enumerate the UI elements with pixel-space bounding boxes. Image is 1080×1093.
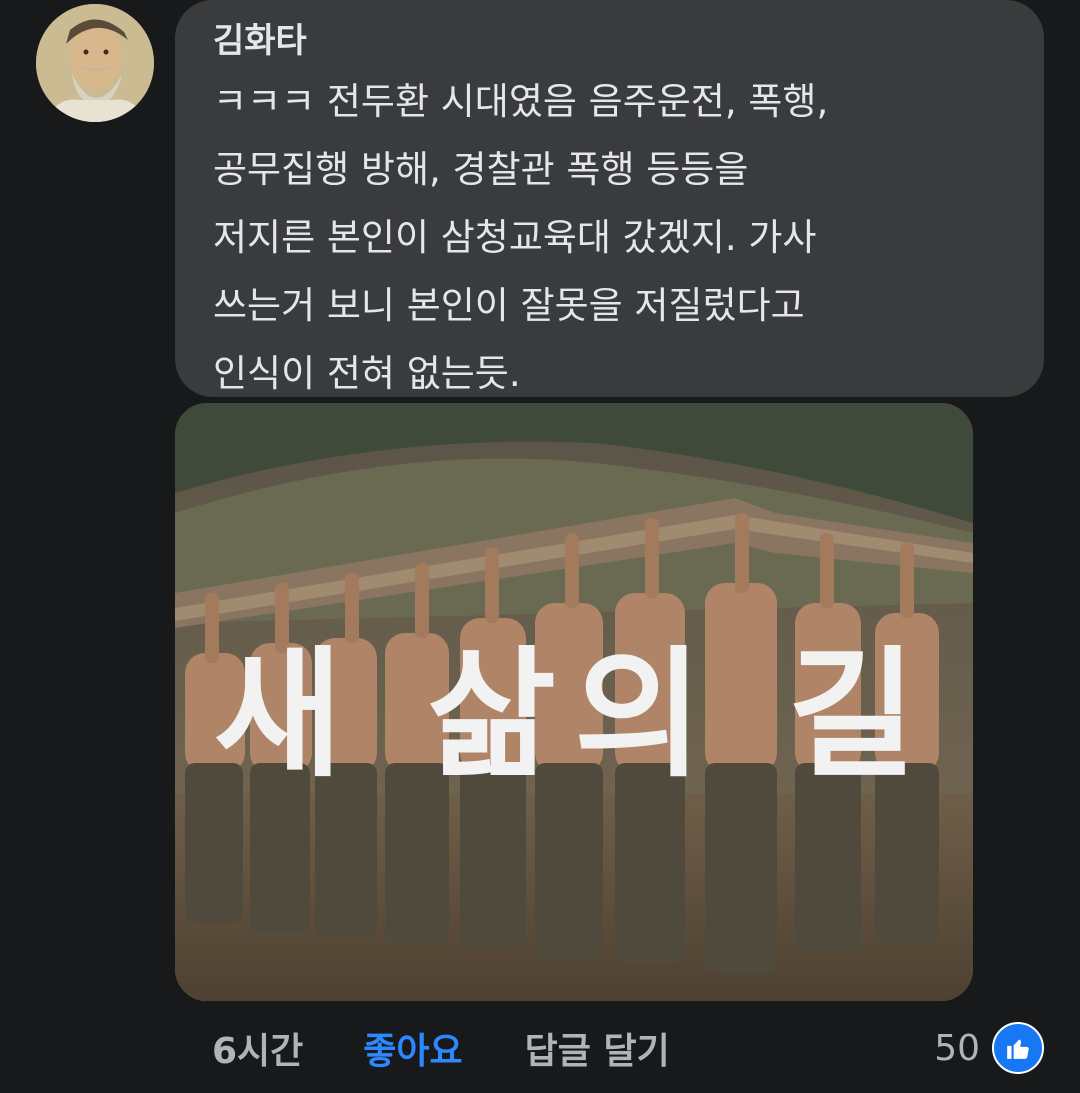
comment-text-line: 인식이 전혀 없는듯. <box>213 352 521 395</box>
comment-text-line: ㅋㅋㅋ 전두환 시대였음 음주운전, 폭행, <box>213 80 829 123</box>
comment-text-line: 저지른 본인이 삼청교육대 갔겠지. 가사 <box>213 216 817 259</box>
thumbs-up-icon <box>992 1022 1044 1074</box>
comment-text-line: 공무집행 방해, 경찰관 폭행 등등을 <box>213 148 749 191</box>
comment-actions: 6시간 좋아요 답글 달기 <box>212 1018 670 1078</box>
comment-timestamp[interactable]: 6시간 <box>212 1022 303 1074</box>
photo-scene: 새 삶의 길 <box>175 403 973 1001</box>
comment-photo[interactable]: 새 삶의 길 <box>175 403 973 1001</box>
reaction-count: 50 <box>934 1027 980 1069</box>
avatar[interactable] <box>36 4 154 122</box>
like-button[interactable]: 좋아요 <box>363 1022 462 1074</box>
reaction-summary[interactable]: 50 <box>934 1018 1044 1078</box>
comment-bubble: 김화타 ㅋㅋㅋ 전두환 시대였음 음주운전, 폭행, 공무집행 방해, 경찰관 … <box>175 0 1044 397</box>
reply-button[interactable]: 답글 달기 <box>525 1022 670 1074</box>
comment-author[interactable]: 김화타 <box>213 18 1014 64</box>
avatar-portrait <box>36 4 154 122</box>
comment-text-line: 쓰는거 보니 본인이 잘못을 저질렀다고 <box>213 284 805 327</box>
comment-thread: 김화타 ㅋㅋㅋ 전두환 시대였음 음주운전, 폭행, 공무집행 방해, 경찰관 … <box>0 0 1080 1093</box>
photo-overlay-text: 새 삶의 길 <box>214 634 935 797</box>
